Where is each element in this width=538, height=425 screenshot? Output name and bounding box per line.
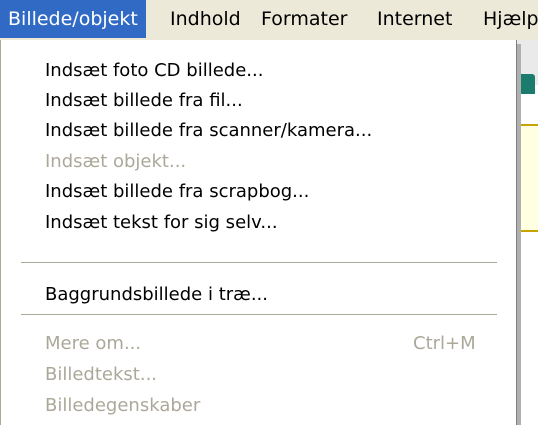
shortcut-ctrl-m: Ctrl+M bbox=[413, 333, 476, 354]
menu-item-insert-photo-cd[interactable]: Indsæt foto CD billede... bbox=[45, 56, 263, 86]
billede-objekt-dropdown-menu: Indsæt foto CD billede... Indsæt billede… bbox=[0, 40, 517, 425]
menu-formater[interactable]: Formater bbox=[261, 0, 347, 38]
menu-item-caption: Billedtekst... bbox=[45, 364, 158, 385]
menu-item-insert-text[interactable]: Indsæt tekst for sig selv... bbox=[45, 208, 278, 238]
menu-item-image-properties: Billedegenskaber bbox=[45, 395, 201, 416]
menu-item-insert-object: Indsæt objekt... bbox=[45, 151, 187, 172]
menu-separator bbox=[21, 314, 497, 316]
dropdown-shadow bbox=[517, 44, 521, 425]
menu-bar: Billede/objekt Indhold Formater Internet… bbox=[0, 0, 538, 40]
menu-indhold[interactable]: Indhold bbox=[170, 0, 241, 38]
menu-item-insert-from-scanner[interactable]: Indsæt billede fra scanner/kamera... bbox=[45, 116, 372, 146]
menu-item-insert-from-scrapbook[interactable]: Indsæt billede fra scrapbog... bbox=[45, 177, 309, 207]
menu-item-background-image[interactable]: Baggrundsbillede i træ... bbox=[45, 280, 268, 310]
menu-item-insert-from-file[interactable]: Indsæt billede fra fil... bbox=[45, 86, 243, 116]
menu-item-more-about: Mere om... bbox=[45, 333, 142, 354]
menu-internet[interactable]: Internet bbox=[377, 0, 452, 38]
menu-separator bbox=[21, 262, 497, 264]
menu-hjaelp[interactable]: Hjælp bbox=[483, 0, 538, 38]
menu-billede-objekt[interactable]: Billede/objekt bbox=[0, 0, 146, 38]
